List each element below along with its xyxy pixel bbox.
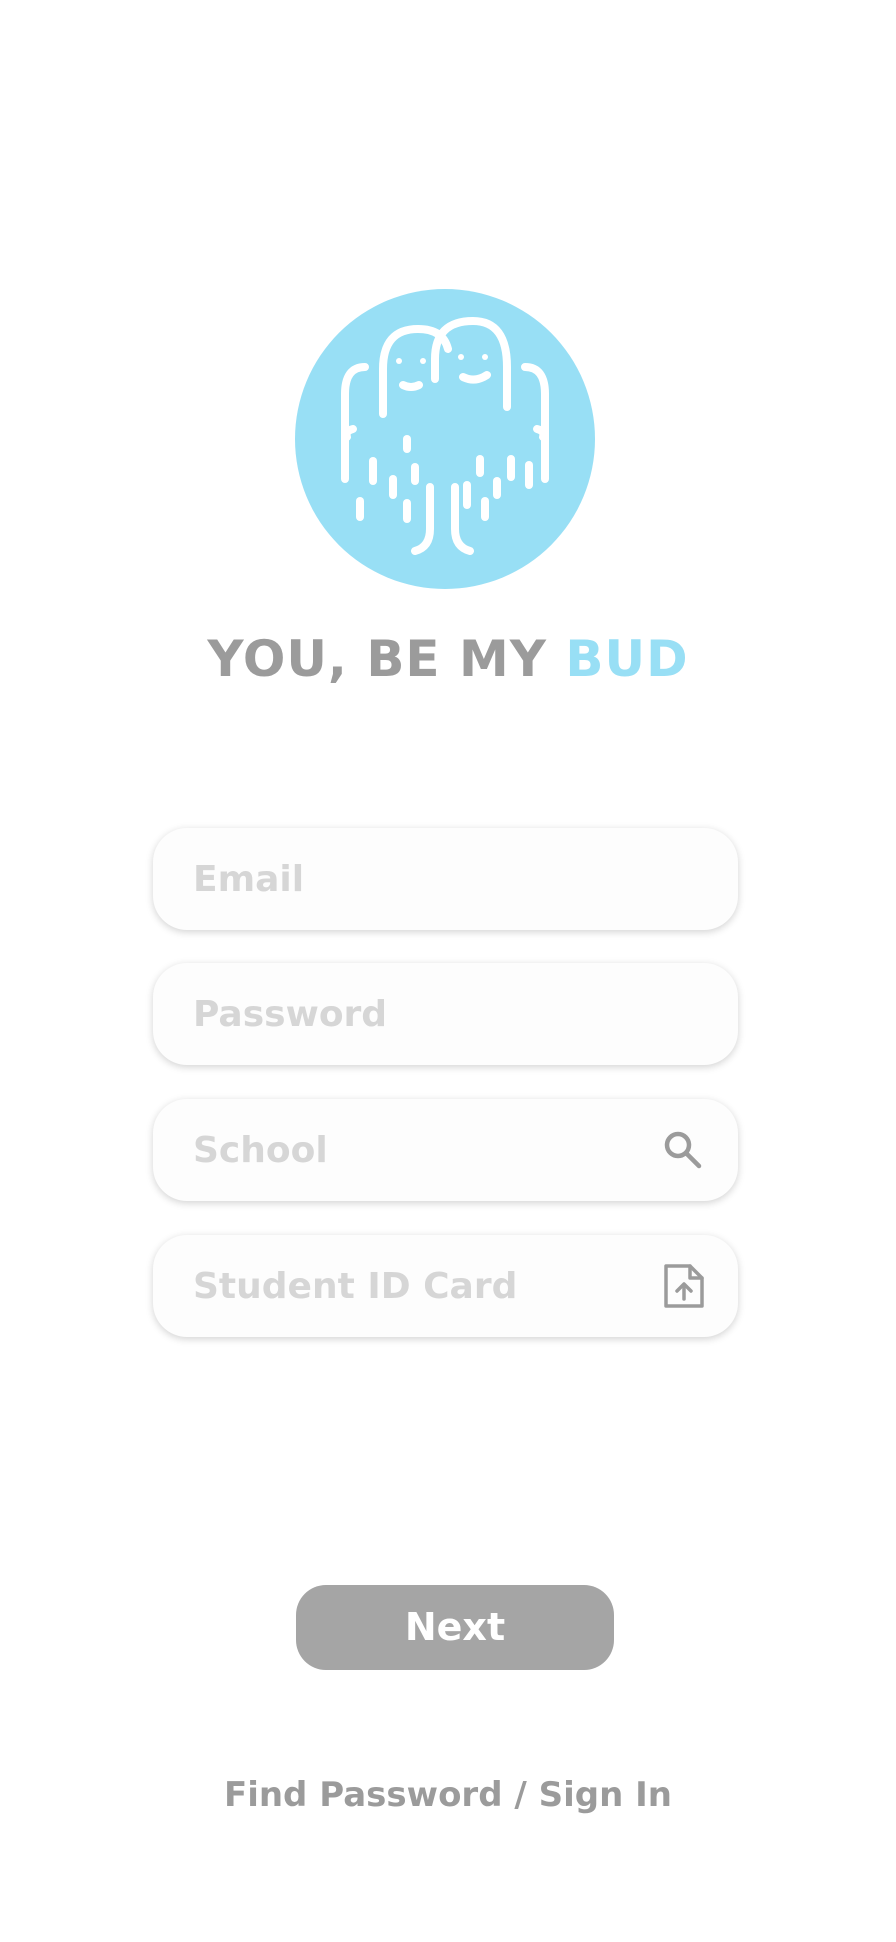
find-password-link[interactable]: Find Password bbox=[224, 1775, 503, 1815]
title-accent: BUD bbox=[565, 630, 689, 688]
password-field-container bbox=[153, 963, 738, 1065]
upload-file-icon[interactable] bbox=[660, 1263, 706, 1309]
email-field-container bbox=[153, 828, 738, 930]
app-title: YOU, BE MY BUD bbox=[0, 630, 896, 688]
student-id-field-container bbox=[153, 1235, 738, 1337]
sign-in-link[interactable]: Sign In bbox=[539, 1775, 672, 1815]
buddies-logo-icon bbox=[295, 289, 595, 589]
school-field[interactable] bbox=[193, 1099, 633, 1201]
footer-separator: / bbox=[502, 1775, 539, 1815]
email-field[interactable] bbox=[193, 828, 633, 930]
password-field[interactable] bbox=[193, 963, 633, 1065]
student-id-field[interactable] bbox=[193, 1235, 633, 1337]
search-icon[interactable] bbox=[660, 1127, 706, 1173]
next-button[interactable]: Next bbox=[296, 1585, 614, 1670]
footer-links: Find Password / Sign In bbox=[0, 1775, 896, 1815]
school-field-container bbox=[153, 1099, 738, 1201]
title-main: YOU, BE MY bbox=[207, 630, 566, 688]
